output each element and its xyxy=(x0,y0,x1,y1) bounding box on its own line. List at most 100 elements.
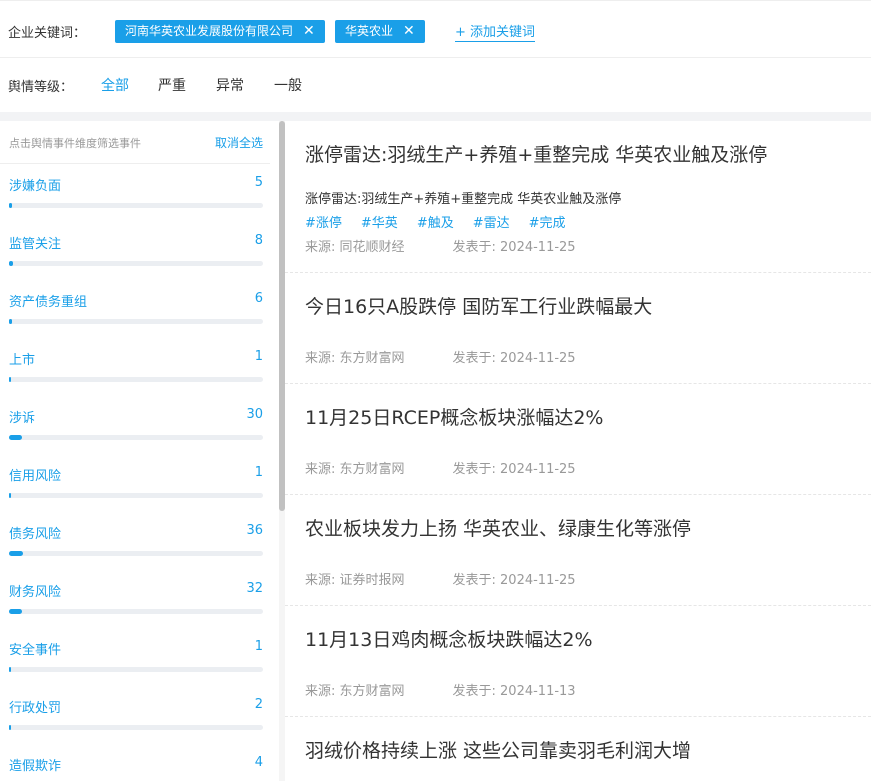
sidebar-item-label: 债务风险 xyxy=(9,527,62,542)
sidebar-item-count: 36 xyxy=(246,523,263,538)
keyword-tag[interactable]: 华英农业 ✕ xyxy=(335,20,425,43)
news-tag[interactable]: #华英 xyxy=(361,216,398,231)
sidebar-item[interactable]: 资产债务重组 6 xyxy=(0,291,270,349)
sidebar-item[interactable]: 安全事件 1 xyxy=(0,639,270,697)
sidebar-item-count: 32 xyxy=(246,581,263,596)
news-source: 来源: 东方财富网 xyxy=(305,351,405,366)
sidebar-item-label: 监管关注 xyxy=(9,237,62,252)
event-dimension-sidebar: 点击舆情事件维度筛选事件 取消全选 涉嫌负面 5 监管关注 8 资产债务重组 6 上市 1 涉诉… xyxy=(0,121,278,781)
news-meta: 来源: 同花顺财经 发表于: 2024-11-25 xyxy=(305,236,576,255)
sidebar-item-count: 1 xyxy=(254,465,263,480)
news-meta: 来源: 东方财富网 发表于: 2024-11-25 xyxy=(305,347,576,366)
level-filter-row: 舆情等级： 全部 严重 异常 一般 xyxy=(0,58,871,112)
sidebar-item[interactable]: 行政处罚 2 xyxy=(0,697,270,755)
close-icon[interactable]: ✕ xyxy=(403,23,415,39)
sidebar-item[interactable]: 财务风险 32 xyxy=(0,581,270,639)
sidebar-item[interactable]: 造假欺诈 4 xyxy=(0,755,270,781)
keyword-tag-text: 河南华英农业发展股份有限公司 xyxy=(125,24,294,38)
news-item: 11月13日鸡肉概念板块跌幅达2% 来源: 东方财富网 发表于: 2024-11-… xyxy=(285,606,871,717)
news-date: 发表于: 2024-11-25 xyxy=(452,573,576,588)
sidebar-item-count: 4 xyxy=(254,755,263,770)
news-item: 11月25日RCEP概念板块涨幅达2% 来源: 东方财富网 发表于: 2024-1… xyxy=(285,384,871,495)
sidebar-item-label: 造假欺诈 xyxy=(9,759,62,774)
sidebar-progress-fill xyxy=(9,377,11,382)
sidebar-header: 点击舆情事件维度筛选事件 取消全选 xyxy=(0,121,270,164)
sidebar-item-count: 6 xyxy=(254,291,263,306)
level-label: 舆情等级： xyxy=(8,80,74,95)
close-icon[interactable]: ✕ xyxy=(303,23,315,39)
sidebar-progress-fill xyxy=(9,667,11,672)
sidebar-item-count: 8 xyxy=(254,233,263,248)
news-title[interactable]: 今日16只A股跌停 国防军工行业跌幅最大 xyxy=(305,292,652,319)
sidebar-item-count: 5 xyxy=(254,175,263,190)
keyword-tag[interactable]: 河南华英农业发展股份有限公司 ✕ xyxy=(115,20,325,43)
news-tag[interactable]: #完成 xyxy=(529,216,566,231)
news-title[interactable]: 11月25日RCEP概念板块涨幅达2% xyxy=(305,403,603,430)
news-meta: 来源: 东方财富网 发表于: 2024-11-13 xyxy=(305,680,576,699)
news-date: 发表于: 2024-11-25 xyxy=(452,240,576,255)
news-source: 来源: 东方财富网 xyxy=(305,462,405,477)
keyword-filter-row: 企业关键词： 河南华英农业发展股份有限公司 ✕ 华英农业 ✕ + 添加关键词 xyxy=(0,0,871,58)
sidebar-progress-track xyxy=(9,319,263,324)
news-tags: #涨停 #华英 #触及 #雷达 #完成 xyxy=(305,212,585,231)
sidebar-progress-fill xyxy=(9,493,11,498)
keyword-tag-text: 华英农业 xyxy=(345,24,394,38)
add-keyword-link[interactable]: + 添加关键词 xyxy=(455,21,536,42)
section-divider xyxy=(0,112,871,121)
sidebar-item-label: 财务风险 xyxy=(9,585,62,600)
news-item: 涨停雷达:羽绒生产+养殖+重整完成 华英农业触及涨停 涨停雷达:羽绒生产+养殖+… xyxy=(285,121,871,273)
level-option-abnormal[interactable]: 异常 xyxy=(216,75,244,95)
news-date: 发表于: 2024-11-25 xyxy=(452,351,576,366)
sidebar-progress-fill xyxy=(9,203,12,208)
sidebar-progress-fill xyxy=(9,261,13,266)
news-list: 涨停雷达:羽绒生产+养殖+重整完成 华英农业触及涨停 涨停雷达:羽绒生产+养殖+… xyxy=(285,121,871,781)
sidebar-progress-fill xyxy=(9,319,12,324)
news-tag[interactable]: #雷达 xyxy=(473,216,510,231)
news-item: 羽绒价格持续上涨 这些公司靠卖羽毛利润大增 xyxy=(285,717,871,781)
sidebar-item[interactable]: 涉诉 30 xyxy=(0,407,270,465)
news-title[interactable]: 农业板块发力上扬 华英农业、绿康生化等涨停 xyxy=(305,514,691,541)
sidebar-item-label: 行政处罚 xyxy=(9,701,62,716)
sidebar-item[interactable]: 信用风险 1 xyxy=(0,465,270,523)
sidebar-item[interactable]: 债务风险 36 xyxy=(0,523,270,581)
level-option-all[interactable]: 全部 xyxy=(101,75,129,95)
clear-selection-button[interactable]: 取消全选 xyxy=(215,134,263,151)
news-title[interactable]: 羽绒价格持续上涨 这些公司靠卖羽毛利润大增 xyxy=(305,736,691,763)
sidebar-progress-track xyxy=(9,377,263,382)
news-title[interactable]: 11月13日鸡肉概念板块跌幅达2% xyxy=(305,625,593,652)
sidebar-progress-track xyxy=(9,551,263,556)
news-item: 农业板块发力上扬 华英农业、绿康生化等涨停 来源: 证券时报网 发表于: 2024… xyxy=(285,495,871,606)
news-source: 来源: 同花顺财经 xyxy=(305,240,405,255)
sidebar-item[interactable]: 涉嫌负面 5 xyxy=(0,175,270,233)
sidebar-item-label: 信用风险 xyxy=(9,469,62,484)
sidebar-progress-track xyxy=(9,493,263,498)
news-title[interactable]: 涨停雷达:羽绒生产+养殖+重整完成 华英农业触及涨停 xyxy=(305,140,767,167)
sidebar-item-count: 2 xyxy=(254,697,263,712)
sidebar-progress-track xyxy=(9,435,263,440)
sidebar-progress-track xyxy=(9,725,263,730)
news-source: 来源: 证券时报网 xyxy=(305,573,405,588)
sidebar-item-label: 上市 xyxy=(9,353,36,368)
news-item: 今日16只A股跌停 国防军工行业跌幅最大 来源: 东方财富网 发表于: 2024-… xyxy=(285,273,871,384)
news-meta: 来源: 东方财富网 发表于: 2024-11-25 xyxy=(305,458,576,477)
keyword-label: 企业关键词： xyxy=(8,26,87,41)
news-tag[interactable]: #触及 xyxy=(417,216,454,231)
sidebar-item[interactable]: 上市 1 xyxy=(0,349,270,407)
sidebar-item-count: 30 xyxy=(246,407,263,422)
sidebar-progress-track xyxy=(9,261,263,266)
sidebar-item[interactable]: 监管关注 8 xyxy=(0,233,270,291)
news-tag[interactable]: #涨停 xyxy=(305,216,342,231)
level-option-general[interactable]: 一般 xyxy=(274,75,302,95)
level-option-severe[interactable]: 严重 xyxy=(158,75,186,95)
sidebar-progress-track xyxy=(9,203,263,208)
sidebar-progress-fill xyxy=(9,725,11,730)
sidebar-item-label: 安全事件 xyxy=(9,643,62,658)
sidebar-progress-track xyxy=(9,667,263,672)
sidebar-progress-track xyxy=(9,609,263,614)
news-summary: 涨停雷达:羽绒生产+养殖+重整完成 华英农业触及涨停 xyxy=(305,192,622,207)
sidebar-progress-fill xyxy=(9,435,22,440)
sidebar-item-count: 1 xyxy=(254,349,263,364)
sidebar-progress-fill xyxy=(9,609,22,614)
news-date: 发表于: 2024-11-13 xyxy=(452,684,576,699)
news-meta: 来源: 证券时报网 发表于: 2024-11-25 xyxy=(305,569,576,588)
